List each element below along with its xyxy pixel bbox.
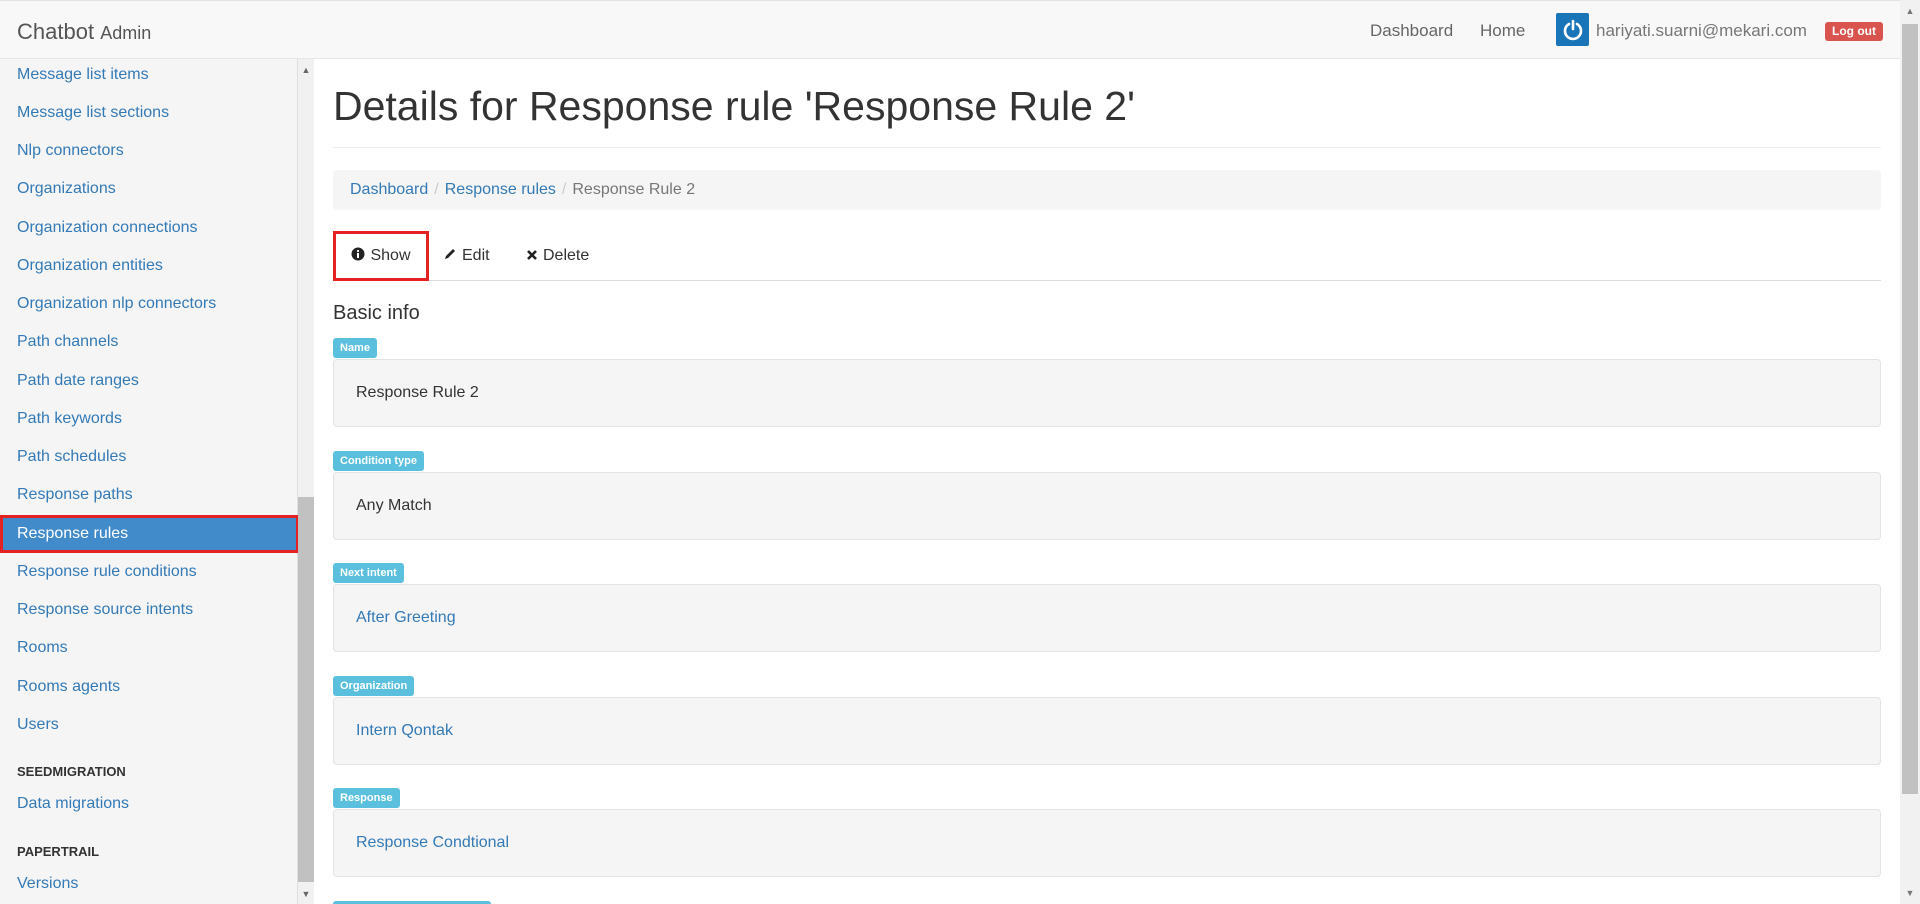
breadcrumb-dashboard-link[interactable]: Dashboard [350,181,428,198]
page-scroll-thumb[interactable] [1902,24,1918,794]
tab-show-label: Show [370,247,411,264]
page-scroll-down-icon[interactable]: ▼ [1900,884,1920,902]
tab-delete[interactable]: Delete [526,231,589,281]
page-title: Details for Response rule 'Response Rule… [333,83,1135,129]
nav-home-link[interactable]: Home [1480,21,1525,41]
sidebar-item-organization-entities[interactable]: Organization entities [0,247,297,285]
sidebar-item-path-channels[interactable]: Path channels [0,323,297,361]
field-label-condition-type: Condition type [333,451,424,471]
sidebar-item-organization-connections[interactable]: Organization connections [0,209,297,247]
title-divider [333,147,1881,148]
tab-edit[interactable]: Edit [443,231,490,281]
sidebar-item-organization-nlp-connectors[interactable]: Organization nlp connectors [0,285,297,323]
field-label-name: Name [333,338,377,358]
scroll-down-arrow-icon[interactable]: ▼ [298,886,314,902]
nav-dashboard-link[interactable]: Dashboard [1370,21,1453,41]
field-label-next-intent: Next intent [333,563,404,583]
sidebar-item-nlp-connectors[interactable]: Nlp connectors [0,132,297,170]
sidebar-item-organizations[interactable]: Organizations [0,170,297,208]
sidebar-item-path-keywords[interactable]: Path keywords [0,400,297,438]
field-value-condition-type: Any Match [333,472,1881,540]
main-content: Details for Response rule 'Response Rule… [314,59,1900,904]
power-icon[interactable] [1556,13,1589,46]
brand-logo[interactable]: Chatbot Admin [17,19,151,45]
field-label-response: Response [333,788,400,808]
logout-button[interactable]: Log out [1825,22,1883,41]
scroll-up-arrow-icon[interactable]: ▲ [298,62,314,78]
sidebar: Message list items Message list sections… [0,59,298,904]
brand-sub: Admin [100,23,152,43]
close-icon [526,232,538,280]
breadcrumb-response-rules-link[interactable]: Response rules [445,181,556,198]
sidebar-item-rooms[interactable]: Rooms [0,629,297,667]
sidebar-section-seedmigration: SEEDMIGRATION [17,764,126,779]
breadcrumb-separator: / [434,181,439,198]
user-email[interactable]: hariyati.suarni@mekari.com [1596,21,1807,41]
sidebar-item-response-rule-conditions[interactable]: Response rule conditions [0,553,297,591]
sidebar-item-rooms-agents[interactable]: Rooms agents [0,668,297,706]
action-tabs: Show Edit Delete [333,231,1881,281]
field-value-organization[interactable]: Intern Qontak [333,697,1881,765]
tab-edit-label: Edit [462,247,490,264]
tab-delete-label: Delete [543,247,590,264]
breadcrumb: Dashboard / Response rules / Response Rule 2 [333,170,1881,210]
pencil-icon [443,232,457,280]
sidebar-item-path-date-ranges[interactable]: Path date ranges [0,362,297,400]
sidebar-item-versions[interactable]: Versions [0,865,297,903]
sidebar-item-users[interactable]: Users [0,706,297,744]
field-value-response[interactable]: Response Condtional [333,809,1881,877]
field-value-next-intent[interactable]: After Greeting [333,584,1881,652]
page-scroll-up-icon[interactable]: ▲ [1900,2,1920,20]
section-title-basic-info: Basic info [333,302,420,324]
sidebar-item-path-schedules[interactable]: Path schedules [0,438,297,476]
tab-show[interactable]: Show [333,231,429,281]
field-value-name: Response Rule 2 [333,359,1881,427]
sidebar-item-response-paths[interactable]: Response paths [0,476,297,514]
sidebar-item-message-list-sections[interactable]: Message list sections [0,94,297,132]
sidebar-item-response-source-intents[interactable]: Response source intents [0,591,297,629]
info-circle-icon [351,232,365,280]
breadcrumb-current: Response Rule 2 [572,181,696,198]
brand-name: Chatbot [17,19,95,44]
top-navbar: Chatbot Admin Dashboard Home hariyati.su… [0,0,1920,59]
highlight-box-response-rules [0,515,299,553]
breadcrumb-separator: / [561,181,567,198]
sidebar-scroll-thumb[interactable] [298,497,314,882]
sidebar-section-papertrail: PAPERTRAIL [17,844,100,859]
field-label-organization: Organization [333,676,415,696]
sidebar-item-data-migrations[interactable]: Data migrations [0,785,297,823]
sidebar-item-message-list-items[interactable]: Message list items [0,59,297,94]
